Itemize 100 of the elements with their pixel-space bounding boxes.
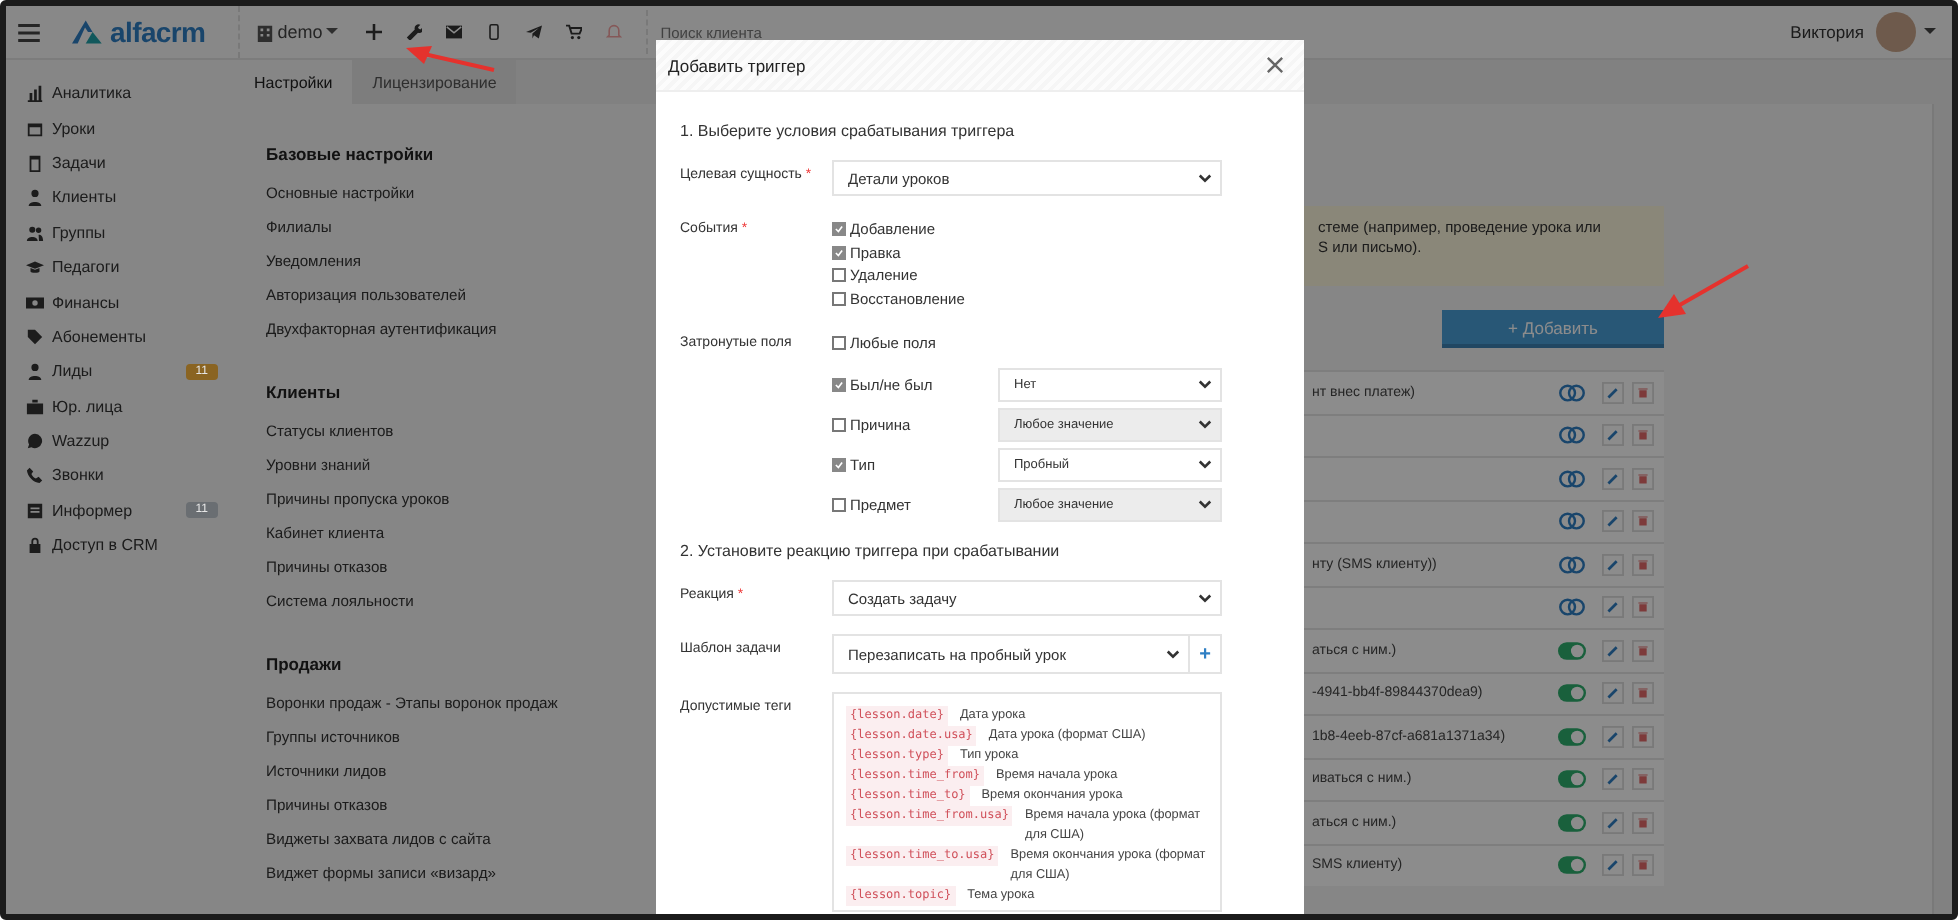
pencil-icon[interactable]	[1602, 768, 1624, 791]
pencil-icon[interactable]	[1602, 424, 1624, 447]
user-name[interactable]: Виктория	[1790, 22, 1864, 42]
trash-icon[interactable]	[1632, 424, 1654, 447]
caret-icon[interactable]	[1924, 28, 1936, 36]
checkbox[interactable]	[832, 377, 846, 392]
checkbox[interactable]	[832, 222, 846, 237]
pencil-icon[interactable]	[1602, 553, 1624, 576]
caret-icon	[326, 28, 339, 36]
checkbox[interactable]	[832, 417, 846, 432]
trash-icon[interactable]	[1632, 510, 1654, 533]
phone-icon	[26, 466, 44, 485]
pencil-icon[interactable]	[1602, 725, 1624, 748]
toggle-switch[interactable]	[1558, 598, 1586, 617]
chevron-icon	[1198, 173, 1212, 183]
pencil-icon[interactable]	[1602, 510, 1624, 533]
chat-bubble-icon	[26, 432, 44, 451]
sidebar-item[interactable]: Доступ в CRM	[52, 536, 158, 555]
toggle-switch[interactable]	[1558, 727, 1586, 746]
trash-icon[interactable]	[1632, 768, 1654, 791]
sidebar-item[interactable]: Финансы	[52, 293, 120, 312]
chevron-icon	[1166, 649, 1180, 660]
tab[interactable]: Настройки	[234, 60, 353, 104]
pointer-arrow	[1658, 264, 1749, 318]
tab[interactable]: Лицензирование	[352, 60, 517, 104]
menu-icon[interactable]	[18, 23, 40, 41]
chevron-icon	[1198, 499, 1212, 510]
chart-icon	[26, 84, 44, 103]
section-heading: Продажи	[266, 654, 344, 678]
graduation-cap-icon	[26, 258, 44, 277]
trash-icon[interactable]	[1632, 596, 1654, 619]
pencil-icon[interactable]	[1602, 467, 1624, 490]
trash-icon[interactable]	[1632, 682, 1654, 705]
cart-icon[interactable]	[566, 24, 583, 40]
branch-dropdown[interactable]: demo	[237, 6, 355, 58]
toggle-switch[interactable]	[1558, 512, 1586, 531]
pencil-icon[interactable]	[1602, 639, 1624, 662]
sidebar-item[interactable]: Педагоги	[52, 258, 120, 277]
money-icon	[26, 293, 44, 312]
pencil-icon[interactable]	[1602, 596, 1624, 619]
envelope-icon[interactable]	[446, 24, 463, 40]
sidebar-item[interactable]: Лиды	[52, 362, 93, 381]
tag-icon	[26, 327, 44, 346]
checkbox[interactable]	[832, 292, 846, 307]
toggle-switch[interactable]	[1558, 813, 1586, 832]
toggle-switch[interactable]	[1558, 684, 1586, 703]
checkbox[interactable]	[832, 336, 846, 351]
section-heading: Клиенты	[266, 382, 343, 406]
clipboard-icon	[26, 153, 44, 172]
toggle-switch[interactable]	[1558, 641, 1586, 660]
lock-icon	[26, 536, 44, 555]
trash-icon[interactable]	[1632, 553, 1654, 576]
pencil-icon[interactable]	[1602, 381, 1624, 404]
pencil-icon[interactable]	[1602, 682, 1624, 705]
toggle-switch[interactable]	[1558, 426, 1586, 445]
trash-icon[interactable]	[1632, 725, 1654, 748]
bell-icon[interactable]	[606, 24, 623, 40]
person-icon	[26, 188, 44, 207]
chevron-icon	[1198, 379, 1212, 390]
toggle-switch[interactable]	[1558, 383, 1586, 402]
chevron-icon	[1198, 593, 1212, 604]
section-heading: Базовые настройки	[266, 144, 436, 168]
trash-icon[interactable]	[1632, 811, 1654, 834]
close-icon[interactable]	[1266, 56, 1284, 74]
mobile-phone-icon[interactable]	[486, 24, 503, 40]
sidebar-item[interactable]: Уроки	[52, 119, 96, 138]
trash-icon[interactable]	[1632, 467, 1654, 490]
modal-title: Добавить триггер	[668, 55, 806, 75]
checkbox[interactable]	[832, 245, 846, 260]
chevron-icon	[1198, 419, 1212, 430]
sidebar-item[interactable]: Wazzup	[52, 432, 110, 451]
wrench-icon[interactable]	[406, 24, 423, 40]
logo-text: alfacrm	[110, 16, 206, 48]
plus-icon[interactable]	[366, 24, 383, 40]
sidebar-item[interactable]: Абонементы	[52, 327, 147, 346]
trash-icon[interactable]	[1632, 854, 1654, 877]
sidebar-item[interactable]: Задачи	[52, 153, 106, 172]
pencil-icon[interactable]	[1602, 854, 1624, 877]
sidebar-item[interactable]: Юр. лица	[52, 397, 123, 416]
sidebar-item[interactable]: Информер	[52, 501, 133, 520]
person-icon	[26, 362, 44, 381]
checkbox[interactable]	[832, 268, 846, 283]
trash-icon[interactable]	[1632, 381, 1654, 404]
toggle-switch[interactable]	[1558, 770, 1586, 789]
sidebar-item[interactable]: Звонки	[52, 466, 104, 485]
checkbox[interactable]	[832, 457, 846, 472]
people-icon	[26, 223, 44, 242]
sidebar-item[interactable]: Группы	[52, 223, 106, 242]
toggle-switch[interactable]	[1558, 555, 1586, 574]
trash-icon[interactable]	[1632, 639, 1654, 662]
sidebar-item[interactable]: Аналитика	[52, 84, 132, 103]
sidebar-item[interactable]: Клиенты	[52, 188, 117, 207]
calendar-icon	[26, 119, 44, 138]
toggle-switch[interactable]	[1558, 469, 1586, 488]
toggle-switch[interactable]	[1558, 856, 1586, 875]
pencil-icon[interactable]	[1602, 811, 1624, 834]
chevron-icon	[1198, 459, 1212, 470]
checkbox[interactable]	[832, 497, 846, 512]
paper-plane-icon[interactable]	[526, 24, 543, 40]
briefcase-icon	[26, 397, 44, 416]
